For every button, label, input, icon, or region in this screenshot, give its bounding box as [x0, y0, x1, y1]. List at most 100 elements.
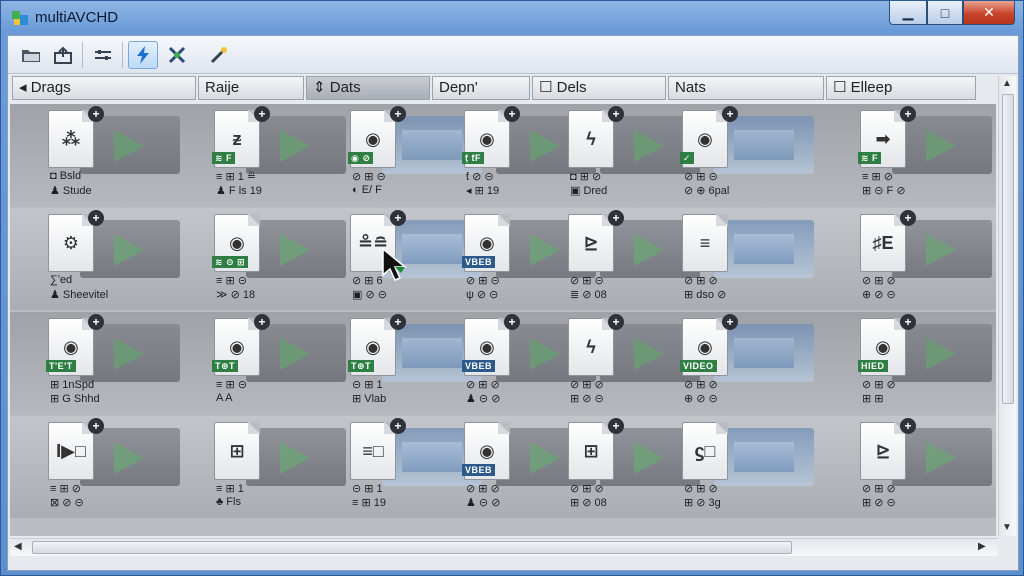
file-type-tag: VBEB	[462, 360, 496, 372]
vertical-scrollbar[interactable]: ▲ ▼	[998, 76, 1016, 536]
add-badge-icon[interactable]: +	[608, 106, 624, 122]
add-badge-icon[interactable]: +	[900, 418, 916, 434]
column-raije[interactable]: Raije	[198, 76, 304, 100]
folder-icon[interactable]	[16, 41, 46, 69]
file-tile[interactable]: ◉ + HIED ⊘ ⊞ ⊘ ⊞ ⊞	[832, 312, 992, 414]
file-meta-label: ♟ ⊝ ⊘	[466, 393, 501, 405]
file-type-tag: ≋ F	[858, 152, 882, 164]
file-tile[interactable]: ◉ ≋ ⊝ ⊞ ≡ ⊞ ⊝ ≫ ⊘ 18	[186, 208, 346, 310]
file-icon[interactable]: ≡□	[350, 422, 396, 480]
horizontal-scrollbar[interactable]: ◀ ▶	[10, 538, 998, 556]
file-icon[interactable]: ⁂	[48, 110, 94, 168]
file-tile[interactable]: ◉ + ƭ̣ ƭF ƭ ⊘ ⊝ ◂ ⊞ 19	[436, 104, 596, 206]
table-row[interactable]: I▶□ + ≡ ⊞ ⊘ ⊠ ⊘ ⊝ ⊞ ≡ ⊞ 1 ♣ Fls ≡□ + ⊝ ⊞ 1 ≡ ⊞ 19 ◉…	[10, 416, 996, 518]
file-tile[interactable]: ᵶ + ≋ F ≡ ⊞ 1 ≞ ♟ F ls 19	[186, 104, 346, 206]
add-badge-icon[interactable]: +	[390, 314, 406, 330]
file-tile[interactable]: ≡ ⊘ ⊞ ⊘ ⊞ dso ⊘	[654, 208, 814, 310]
file-glyph: ⁂	[61, 128, 81, 149]
scroll-right-arrow-icon[interactable]: ▶	[978, 541, 986, 552]
add-badge-icon[interactable]: +	[900, 314, 916, 330]
table-row[interactable]: ⁂ + ◘ Bsld ♟ Stude ᵶ + ≋ F ≡ ⊞ 1 ≞ ♟ F ls 19 ◉ + ◉ …	[10, 104, 996, 206]
file-tile[interactable]: ◉ + T⊕T ≡ ⊞ ⊝ A A	[186, 312, 346, 414]
add-badge-icon[interactable]: +	[88, 314, 104, 330]
add-badge-icon[interactable]: +	[900, 210, 916, 226]
file-icon[interactable]: ⊞	[214, 422, 260, 480]
file-tile[interactable]: ⊞ ≡ ⊞ 1 ♣ Fls	[186, 416, 346, 518]
table-row[interactable]: ◉ + T'E'T ⊞ 1nSpd ⊞ G Shhd ◉ + T⊕T ≡ ⊞ ⊝ A A ◉ + T⊕T…	[10, 312, 996, 414]
file-tile[interactable]: ⁂ + ◘ Bsld ♟ Stude	[20, 104, 180, 206]
add-badge-icon[interactable]: +	[88, 210, 104, 226]
add-badge-icon[interactable]: +	[722, 106, 738, 122]
file-icon[interactable]: ⊞	[568, 422, 614, 480]
file-icon[interactable]: ⊵	[568, 214, 614, 272]
file-tile[interactable]: ◉ + ◉ ⊘ ⊘ ⊞ ⊝ ◐ E/ F	[322, 104, 482, 206]
add-badge-icon[interactable]: +	[504, 314, 520, 330]
file-tile[interactable]: ◉ VBEB ⊘ ⊞ ⊘ ♟ ⊝ ⊘	[436, 416, 596, 518]
add-badge-icon[interactable]: +	[608, 210, 624, 226]
file-tile[interactable]: ϟ + ⊘ ⊞ ⊘ ⊞ ⊘ ⊝	[540, 312, 700, 414]
add-badge-icon[interactable]: +	[608, 418, 624, 434]
minimize-button[interactable]: ▁	[889, 1, 927, 25]
add-badge-icon[interactable]: +	[722, 314, 738, 330]
file-name-label: ⊘ ⊞ ⊝	[570, 275, 604, 287]
lightning-icon[interactable]	[128, 41, 158, 69]
file-grid[interactable]: ⁂ + ◘ Bsld ♟ Stude ᵶ + ≋ F ≡ ⊞ 1 ≞ ♟ F ls 19 ◉ + ◉ …	[10, 104, 996, 536]
file-tile[interactable]: ≡□ + ⊝ ⊞ 1 ≡ ⊞ 19	[322, 416, 482, 518]
file-tile[interactable]: ≗≘ + ⊘ ⊞ 6 ▣ ⊘ ⊝	[322, 208, 482, 310]
file-tile[interactable]: ➡ + ≋ F ≡ ⊞ ⊘ ⊞ ⊝ F ⊘	[832, 104, 992, 206]
add-badge-icon[interactable]: +	[390, 210, 406, 226]
file-icon[interactable]: ♯E	[860, 214, 906, 272]
add-badge-icon[interactable]: +	[88, 418, 104, 434]
file-name-label: ◘ Bsld	[50, 170, 82, 182]
column-elleep[interactable]: ☐ Elleep	[826, 76, 976, 100]
column-drags[interactable]: ◂ Drags	[12, 76, 196, 100]
file-tile[interactable]: ◉ + VIDEO ⊘ ⊞ ⊘ ⊕ ⊘ ⊝	[654, 312, 814, 414]
file-tile[interactable]: I▶□ + ≡ ⊞ ⊘ ⊠ ⊘ ⊝	[20, 416, 180, 518]
wand-icon[interactable]	[204, 41, 234, 69]
add-badge-icon[interactable]: +	[900, 106, 916, 122]
file-name-label: ⊘ ⊞ ⊘	[684, 483, 718, 495]
add-badge-icon[interactable]: +	[608, 314, 624, 330]
file-icon[interactable]: ⊵	[860, 422, 906, 480]
file-tile[interactable]: ♯E + ⊘ ⊞ ⊘ ⊕ ⊘ ⊝	[832, 208, 992, 310]
close-button[interactable]: ✕	[963, 1, 1015, 25]
scroll-down-arrow-icon[interactable]: ▼	[1002, 522, 1012, 533]
add-badge-icon[interactable]: +	[504, 106, 520, 122]
file-icon[interactable]: ϟ	[568, 110, 614, 168]
tools-icon[interactable]	[162, 41, 192, 69]
file-tile[interactable]: ⊵ + ⊘ ⊞ ⊘ ⊞ ⊘ ⊝	[832, 416, 992, 518]
file-tile[interactable]: ϟ + ◘ ⊞ ⊘ ▣ Dred	[540, 104, 700, 206]
column-depn[interactable]: Depn'	[432, 76, 530, 100]
file-icon[interactable]: ϟ	[568, 318, 614, 376]
file-tile[interactable]: ◉ + ✓ ⊘ ⊞ ⊝ ⊘ ⊕ 6pal	[654, 104, 814, 206]
add-badge-icon[interactable]: +	[390, 106, 406, 122]
file-tile[interactable]: ◉ VBEB ⊘ ⊞ ⊝ ψ ⊘ ⊝	[436, 208, 596, 310]
scroll-up-arrow-icon[interactable]: ▲	[1002, 78, 1012, 89]
open-icon[interactable]	[48, 41, 78, 69]
file-tile[interactable]: ϛ□ ⊘ ⊞ ⊘ ⊞ ⊘ 3g	[654, 416, 814, 518]
column-dats[interactable]: ⇕ Dats	[306, 76, 430, 100]
file-tile[interactable]: ⊞ + ⊘ ⊞ ⊘ ⊞ ⊘ 08	[540, 416, 700, 518]
scroll-left-arrow-icon[interactable]: ◀	[14, 541, 22, 552]
file-tile[interactable]: ◉ + T'E'T ⊞ 1nSpd ⊞ G Shhd	[20, 312, 180, 414]
horizontal-scroll-thumb[interactable]	[32, 541, 792, 554]
add-badge-icon[interactable]: +	[390, 418, 406, 434]
file-tile[interactable]: ⚙ + ∑ʹed ♟ Sheevitel	[20, 208, 180, 310]
column-nats[interactable]: Nats	[668, 76, 824, 100]
column-dels[interactable]: ☐ Dels	[532, 76, 666, 100]
file-tile[interactable]: ◉ + VBEB ⊘ ⊞ ⊘ ♟ ⊝ ⊘	[436, 312, 596, 414]
file-tile[interactable]: ◉ + T⊕T ⊝ ⊞ 1 ⊞ Vlab	[322, 312, 482, 414]
file-icon[interactable]: ≡	[682, 214, 728, 272]
vertical-scroll-thumb[interactable]	[1002, 94, 1014, 404]
add-badge-icon[interactable]: +	[254, 106, 270, 122]
title-bar[interactable]: multiAVCHD ▁ □ ✕	[1, 1, 1024, 35]
file-icon[interactable]: I▶□	[48, 422, 94, 480]
add-badge-icon[interactable]: +	[88, 106, 104, 122]
table-row[interactable]: ⚙ + ∑ʹed ♟ Sheevitel ◉ ≋ ⊝ ⊞ ≡ ⊞ ⊝ ≫ ⊘ 18 ≗≘ + ⊘ ⊞…	[10, 208, 996, 310]
file-icon[interactable]: ϛ□	[682, 422, 728, 480]
list-icon[interactable]	[88, 41, 118, 69]
file-icon[interactable]: ⚙	[48, 214, 94, 272]
file-tile[interactable]: ⊵ + ⊘ ⊞ ⊝ ≣ ⊘ 08	[540, 208, 700, 310]
maximize-button[interactable]: □	[927, 1, 963, 25]
add-badge-icon[interactable]: +	[254, 314, 270, 330]
